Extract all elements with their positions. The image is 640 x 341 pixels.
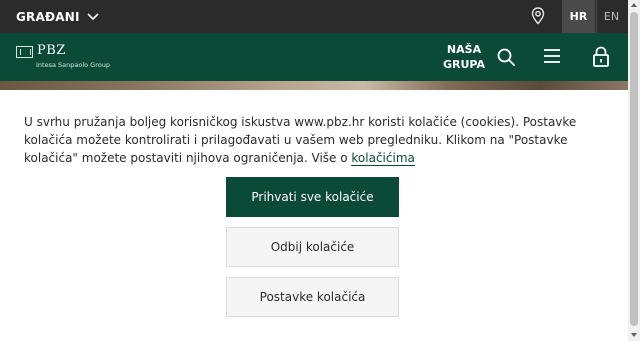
scroll-up-arrow[interactable]	[631, 3, 637, 7]
cookies-info-link[interactable]: kolačićima	[351, 151, 415, 166]
pbz-logo-icon	[16, 46, 33, 58]
search-icon[interactable]	[496, 47, 516, 67]
nasa-grupa-line1: NAŠA	[446, 43, 482, 56]
nasa-grupa-link[interactable]: NAŠA GRUPA	[440, 42, 488, 72]
hero-image-strip	[0, 81, 628, 90]
vertical-scrollbar[interactable]	[628, 0, 640, 341]
chevron-down-icon	[87, 12, 99, 20]
cookie-consent-banner: U svrhu pružanja boljeg korisničkog isku…	[0, 90, 628, 341]
language-en[interactable]: EN	[596, 0, 626, 33]
logo-subtitle: Intesa Sanpaolo Group	[36, 61, 110, 69]
segment-dropdown[interactable]: GRAĐANI	[16, 0, 99, 33]
language-hr[interactable]: HR	[562, 0, 595, 33]
location-pin-icon[interactable]	[528, 6, 548, 26]
accept-all-cookies-button[interactable]: Prihvati sve kolačiće	[226, 177, 399, 217]
top-bar: GRAĐANI HR EN	[0, 0, 628, 33]
hamburger-menu-icon[interactable]	[543, 48, 561, 64]
scroll-down-arrow[interactable]	[631, 333, 637, 337]
scrollbar-thumb[interactable]	[630, 12, 638, 326]
cookie-settings-button[interactable]: Postavke kolačića	[226, 277, 399, 317]
pbz-logo[interactable]: PBZ Intesa Sanpaolo Group	[16, 43, 126, 70]
segment-label: GRAĐANI	[16, 9, 80, 24]
lock-icon[interactable]	[592, 46, 610, 68]
reject-cookies-button[interactable]: Odbij kolačiće	[226, 227, 399, 267]
cookie-notice-body: U svrhu pružanja boljeg korisničkog isku…	[24, 115, 577, 165]
nasa-grupa-line2: GRUPA	[443, 58, 485, 71]
logo-name: PBZ	[37, 43, 66, 58]
main-navbar: PBZ Intesa Sanpaolo Group NAŠA GRUPA	[0, 33, 628, 81]
cookie-notice-text: U svrhu pružanja boljeg korisničkog isku…	[24, 113, 604, 167]
